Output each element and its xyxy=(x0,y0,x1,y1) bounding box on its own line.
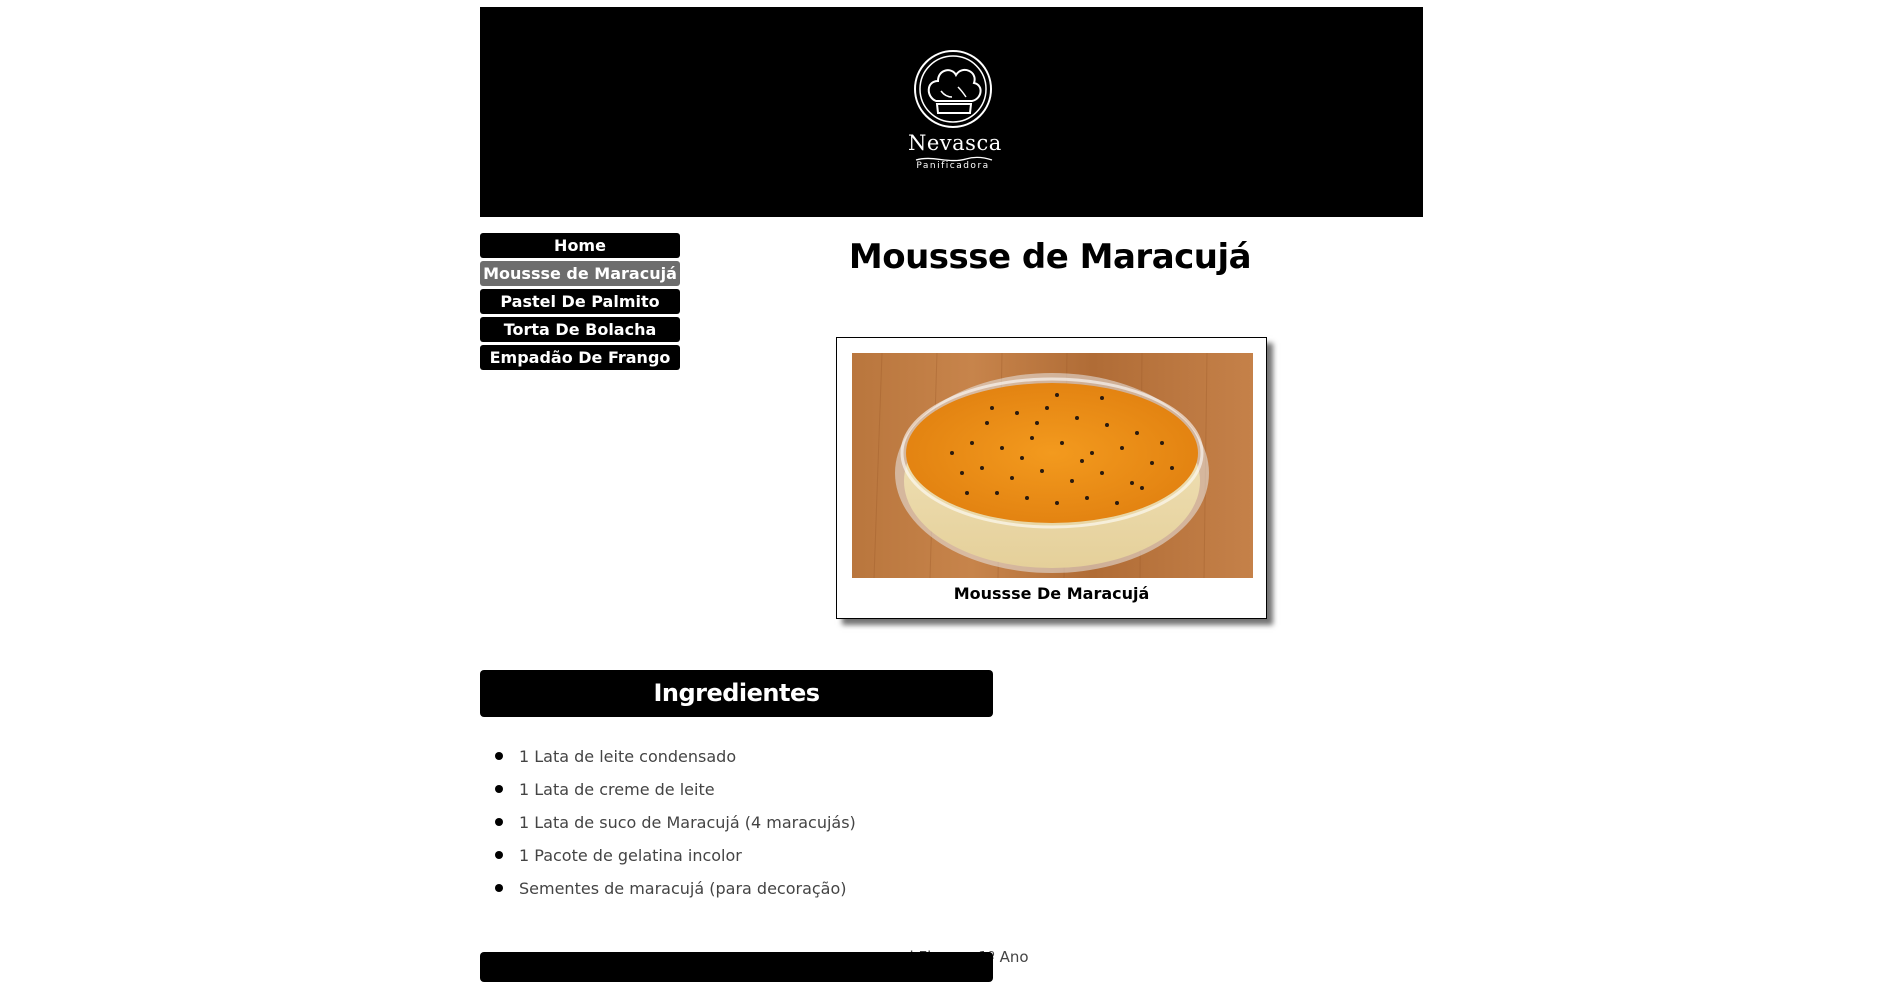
nav-item-mousse-maracuja[interactable]: Moussse de Maracujá xyxy=(480,261,680,286)
recipe-photo xyxy=(852,353,1253,578)
nav-item-pastel-palmito[interactable]: Pastel De Palmito xyxy=(480,289,680,314)
list-item: 1 Pacote de gelatina incolor xyxy=(480,839,856,872)
nav-item-empadao-frango[interactable]: Empadão De Frango xyxy=(480,345,680,370)
brand-logo[interactable]: Nevasca Panificadora xyxy=(908,49,1002,179)
next-section-bar xyxy=(480,952,993,982)
recipe-figure: Moussse De Maracujá xyxy=(836,337,1267,619)
ingredient-text: 1 Lata de creme de leite xyxy=(519,780,715,799)
chef-hat-icon xyxy=(914,50,992,128)
ingredients-heading: Ingredientes xyxy=(653,679,820,707)
bullet-dot-icon xyxy=(495,785,503,793)
bullet-dot-icon xyxy=(495,884,503,892)
bullet-dot-icon xyxy=(495,851,503,859)
page-title: Moussse de Maracujá xyxy=(848,237,1252,277)
nav-item-home[interactable]: Home xyxy=(480,233,680,258)
list-item: 1 Lata de suco de Maracujá (4 maracujás) xyxy=(480,806,856,839)
side-navigation: Home Moussse de Maracujá Pastel De Palmi… xyxy=(480,233,680,373)
list-item: 1 Lata de leite condensado xyxy=(480,740,856,773)
bullet-dot-icon xyxy=(495,752,503,760)
ingredients-heading-bar: Ingredientes xyxy=(480,670,993,717)
logo-tagline: Panificadora xyxy=(916,161,990,171)
bullet-dot-icon xyxy=(495,818,503,826)
ingredient-text: 1 Pacote de gelatina incolor xyxy=(519,846,742,865)
site-header: Nevasca Panificadora xyxy=(480,7,1423,217)
ingredient-text: 1 Lata de suco de Maracujá (4 maracujás) xyxy=(519,813,856,832)
logo-name: Nevasca xyxy=(908,131,1002,155)
list-item: Sementes de maracujá (para decoração) xyxy=(480,872,856,905)
figure-caption: Moussse De Maracujá xyxy=(953,584,1150,603)
ingredient-text: Sementes de maracujá (para decoração) xyxy=(519,879,847,898)
ingredients-list: 1 Lata de leite condensado 1 Lata de cre… xyxy=(480,740,856,905)
nav-item-torta-bolacha[interactable]: Torta De Bolacha xyxy=(480,317,680,342)
ingredient-text: 1 Lata de leite condensado xyxy=(519,747,737,766)
list-item: 1 Lata de creme de leite xyxy=(480,773,856,806)
